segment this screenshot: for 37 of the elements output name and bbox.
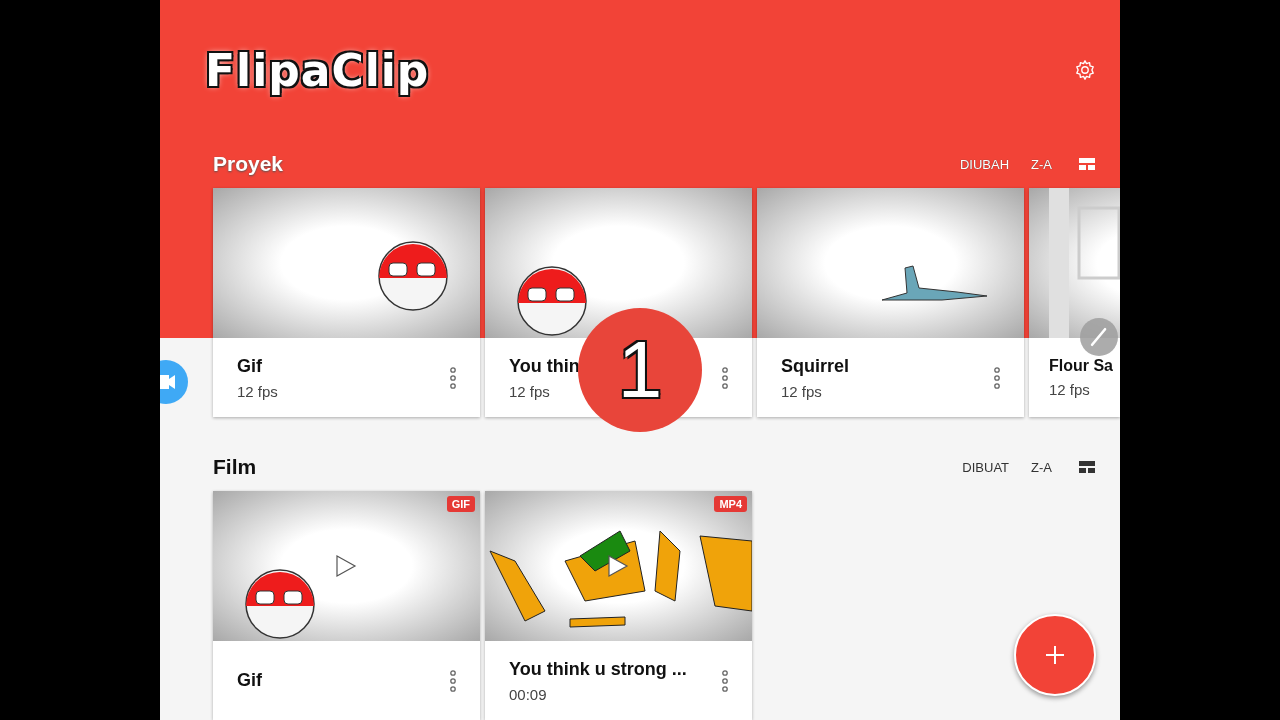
sort-button[interactable]: DIUBAH [955,152,1014,176]
card-title: Squirrel [781,355,850,377]
more-icon[interactable] [720,366,730,389]
add-button[interactable] [1014,614,1096,696]
format-badge: GIF [446,496,475,512]
settings-icon[interactable] [1074,59,1096,81]
project-card[interactable]: Squirrel 12 fps [757,188,1024,417]
card-subtitle: 00:09 [509,685,548,703]
play-icon[interactable] [335,554,357,578]
format-badge: MP4 [714,496,747,512]
camera-icon[interactable] [160,360,188,404]
more-icon[interactable] [448,669,458,692]
more-icon[interactable] [448,366,458,389]
card-title: Gif [237,355,263,377]
sort-button[interactable]: DIBUAT [958,455,1014,479]
project-card[interactable]: MP4 You think u strong ... 00:09 [485,491,752,720]
card-subtitle: 12 fps [781,382,823,400]
more-icon[interactable] [992,366,1002,389]
card-subtitle: 12 fps [509,382,551,400]
card-subtitle: 12 fps [237,382,278,400]
layout-icon[interactable] [1078,460,1096,474]
section-title: Film [213,455,257,479]
more-icon[interactable] [720,669,730,692]
card-title: You think u strong ... [509,658,687,680]
order-button[interactable]: Z-A [1027,152,1056,176]
card-title: You thin [509,355,580,377]
app-logo: FlipaClip [205,44,430,96]
order-button[interactable]: Z-A [1027,455,1056,479]
project-card[interactable]: Gif 12 fps [213,188,480,417]
section-title: Proyek [213,152,284,176]
project-card[interactable]: Flour Sa 12 fps [1029,188,1120,417]
card-title: Gif [237,670,262,691]
plus-icon [1046,646,1064,664]
play-icon[interactable] [607,554,629,578]
project-card[interactable]: GIF Gif [213,491,480,720]
card-title: Flour Sa [1049,357,1113,375]
card-subtitle: 12 fps [1049,381,1091,398]
